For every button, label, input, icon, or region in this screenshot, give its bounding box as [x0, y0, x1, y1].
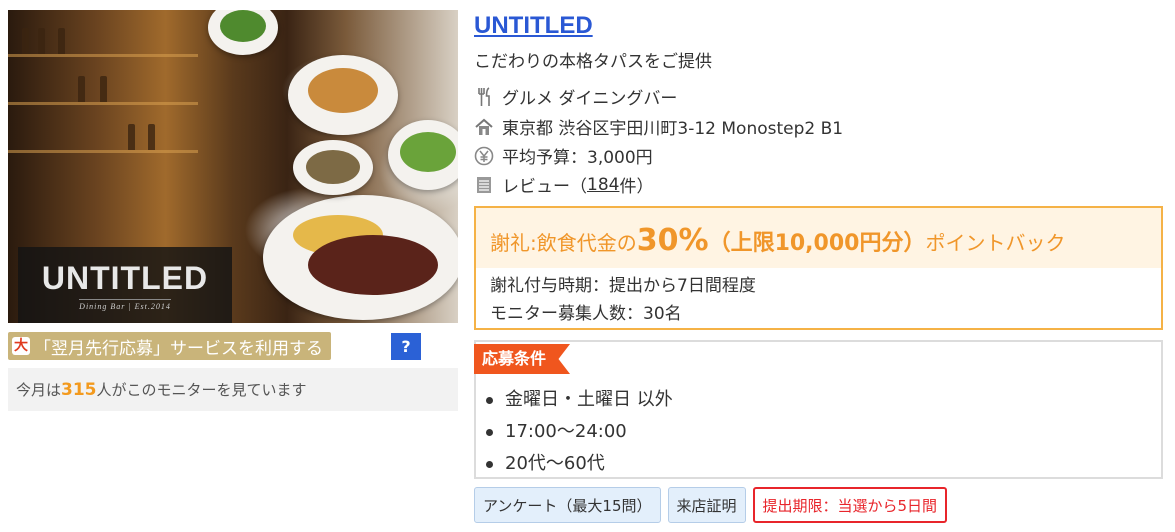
yen-coin-icon: [474, 146, 494, 166]
condition-text: 20代～60代: [505, 453, 605, 474]
address-line: 東京都 渋谷区宇田川町3-12 Monostep2 B1: [474, 114, 843, 139]
photo-bottle: [78, 76, 85, 102]
reward-prefix: 謝礼:飲食代金の: [490, 231, 637, 255]
viewers-suffix: 人がこのモニターを見ています: [96, 381, 307, 399]
photo-bottle: [148, 124, 155, 150]
survey-tag: アンケート（最大15問）: [474, 487, 661, 523]
viewer-count-banner: 今月は 315 人がこのモニターを見ています: [8, 368, 458, 411]
reward-suffix: ポイントバック: [925, 231, 1066, 255]
condition-item: 金曜日・土曜日 以外: [484, 384, 673, 416]
shop-tagline: こだわりの本格タパスをご提供: [474, 52, 712, 72]
shop-budget: 平均予算：3,000円: [502, 148, 653, 168]
rocket-icon: 大: [12, 337, 30, 355]
list-icon: [474, 175, 494, 195]
deadline-tag: 提出期限：当選から5日間: [752, 487, 948, 523]
shop-photo[interactable]: UNTITLED Dining Bar | Est.2014: [8, 10, 458, 323]
reward-box: 謝礼:飲食代金の 30% （上限10,000円分） ポイントバック 謝礼付与時期：提出…: [474, 206, 1163, 330]
requirement-tags: アンケート（最大15問） 来店証明 提出期限：当選から5日間: [474, 487, 948, 523]
advance-application-label: 「翌月先行応募」サービスを利用する: [34, 338, 323, 359]
budget-line: 平均予算：3,000円: [474, 143, 653, 168]
house-icon: [474, 117, 494, 137]
photo-bottle: [22, 28, 29, 54]
help-button[interactable]: ?: [391, 333, 421, 360]
shop-category: グルメ ダイニングバー: [502, 89, 678, 109]
review-line: レビュー（ 184 件）: [474, 172, 653, 197]
review-prefix: レビュー（: [502, 177, 587, 197]
logo-text: UNTITLED: [41, 259, 209, 296]
photo-bottle: [128, 124, 135, 150]
cutlery-icon: [474, 86, 494, 107]
viewers-count: 315: [61, 379, 97, 400]
photo-food: [308, 235, 438, 295]
advance-service-row: 大 「翌月先行応募」サービスを利用する: [8, 331, 331, 361]
condition-text: 17:00～24:00: [505, 421, 627, 442]
review-count-link[interactable]: 184: [587, 175, 619, 195]
conditions-list: 金曜日・土曜日 以外 17:00～24:00 20代～60代: [484, 384, 673, 480]
reward-recruit-count: モニター募集人数：30名: [490, 304, 682, 324]
photo-food: [400, 132, 456, 172]
conditions-box: 応募条件 金曜日・土曜日 以外 17:00～24:00 20代～60代: [474, 340, 1163, 479]
logo-subtitle: Dining Bar | Est.2014: [79, 298, 171, 311]
condition-item: 20代～60代: [484, 448, 673, 480]
photo-food: [308, 68, 378, 113]
category-line: グルメ ダイニングバー: [474, 84, 677, 109]
photo-bottle: [38, 28, 45, 54]
reward-headline: 謝礼:飲食代金の 30% （上限10,000円分） ポイントバック: [476, 208, 1161, 268]
photo-bottle: [58, 28, 65, 54]
advance-application-button[interactable]: 大 「翌月先行応募」サービスを利用する: [8, 332, 331, 360]
photo-shelf: [8, 54, 198, 57]
photo-food: [220, 10, 266, 42]
shop-name-link[interactable]: UNTITLED: [474, 12, 593, 40]
conditions-tag: 応募条件: [474, 344, 571, 374]
reward-details: 謝礼付与時期：提出から7日間程度 モニター募集人数：30名: [476, 268, 1161, 328]
condition-item: 17:00～24:00: [484, 416, 673, 448]
condition-text: 金曜日・土曜日 以外: [505, 389, 673, 410]
bullet-icon: [486, 428, 493, 436]
bullet-icon: [486, 396, 493, 404]
bullet-icon: [486, 460, 493, 468]
reward-limit: （上限10,000円分）: [708, 231, 926, 256]
photo-food: [306, 150, 360, 184]
reward-timing: 謝礼付与時期：提出から7日間程度: [490, 276, 756, 296]
reward-percent: 30%: [636, 223, 709, 258]
review-suffix: 件）: [619, 177, 654, 197]
visit-proof-tag: 来店証明: [667, 487, 746, 523]
viewers-prefix: 今月は: [16, 381, 62, 399]
shop-logo: UNTITLED Dining Bar | Est.2014: [18, 247, 232, 323]
photo-bottle: [100, 76, 107, 102]
photo-shelf: [8, 102, 198, 105]
shop-address: 東京都 渋谷区宇田川町3-12 Monostep2 B1: [502, 119, 844, 139]
photo-shelf: [8, 150, 198, 153]
